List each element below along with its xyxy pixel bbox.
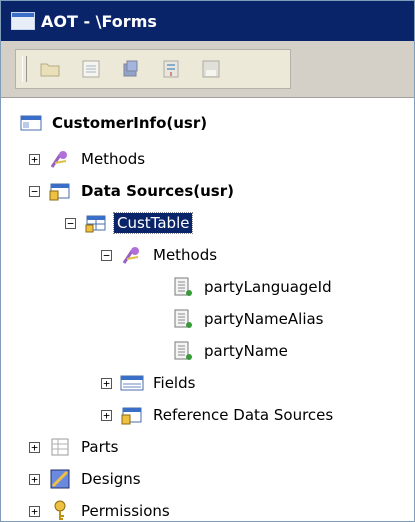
toolbar-strip — [15, 49, 291, 89]
reference-data-sources-icon — [120, 404, 144, 426]
save-icon[interactable] — [198, 56, 224, 82]
tree-node-custtable[interactable]: − CustTable — [65, 208, 194, 238]
tree-node-methods[interactable]: + Methods — [29, 144, 148, 174]
tree-node-parts[interactable]: + Parts — [29, 432, 121, 462]
compile-icon[interactable] — [118, 56, 144, 82]
tree-node-reference-data-sources[interactable]: + Reference Data Sources — [101, 400, 336, 430]
data-sources-icon — [48, 180, 72, 202]
tree-node-method-item[interactable]: partyNameAlias — [171, 304, 327, 334]
collapse-icon[interactable]: − — [101, 249, 112, 261]
toolbar — [1, 41, 414, 98]
tree-node-permissions[interactable]: + Permissions — [29, 496, 173, 521]
collapse-icon[interactable]: − — [65, 217, 76, 229]
table-icon — [84, 212, 108, 234]
method-item-label: partyName — [204, 342, 288, 360]
collapse-icon[interactable]: − — [29, 185, 40, 197]
methods-icon — [120, 244, 144, 266]
designs-icon — [48, 468, 72, 490]
tree-node-custtable-methods[interactable]: − Methods — [101, 240, 220, 270]
key-icon — [48, 500, 72, 521]
tree-node-reference-data-sources-label: Reference Data Sources — [153, 406, 334, 424]
expand-icon[interactable]: + — [101, 377, 112, 389]
fields-icon — [120, 372, 144, 394]
object-tree: CustomerInfo(usr) + Methods − Data Sourc… — [1, 98, 414, 521]
title-bar[interactable]: AOT - \Forms — [1, 1, 414, 41]
tree-node-method-item[interactable]: partyLanguageId — [171, 272, 335, 302]
open-icon[interactable] — [38, 56, 64, 82]
toolbar-grip[interactable] — [22, 56, 27, 82]
tree-node-custtable-methods-label: Methods — [153, 246, 218, 264]
expand-icon[interactable]: + — [29, 473, 40, 485]
window-title: AOT - \Forms — [41, 11, 157, 31]
tree-node-permissions-label: Permissions — [81, 502, 170, 520]
window-icon — [11, 12, 35, 30]
tree-node-method-item[interactable]: partyName — [171, 336, 291, 366]
tree-node-designs[interactable]: + Designs — [29, 464, 144, 494]
tree-node-data-sources[interactable]: − Data Sources(usr) — [29, 176, 237, 206]
import-icon[interactable] — [158, 56, 184, 82]
methods-icon — [48, 148, 72, 170]
tree-node-designs-label: Designs — [81, 470, 141, 488]
tree-node-fields[interactable]: + Fields — [101, 368, 198, 398]
method-doc-icon — [171, 340, 195, 362]
expand-icon[interactable]: + — [101, 409, 112, 421]
form-icon — [19, 112, 43, 134]
method-item-label: partyNameAlias — [204, 310, 324, 328]
expand-icon[interactable]: + — [29, 441, 40, 453]
properties-icon[interactable] — [78, 56, 104, 82]
tree-node-custtable-label: CustTable — [112, 212, 194, 234]
expand-icon[interactable]: + — [29, 153, 40, 165]
expand-icon[interactable]: + — [29, 505, 40, 517]
tree-node-methods-label: Methods — [81, 150, 146, 168]
parts-icon — [48, 436, 72, 458]
tree-node-fields-label: Fields — [153, 374, 196, 392]
tree-node-parts-label: Parts — [81, 438, 119, 456]
method-doc-icon — [171, 308, 195, 330]
method-doc-icon — [171, 276, 195, 298]
method-item-label: partyLanguageId — [204, 278, 332, 296]
tree-node-data-sources-label: Data Sources(usr) — [81, 182, 234, 200]
tree-node-root-label: CustomerInfo(usr) — [52, 114, 208, 132]
aot-window: AOT - \Forms CustomerInfo(usr) + Methods… — [0, 0, 415, 522]
tree-node-root[interactable]: CustomerInfo(usr) — [19, 108, 210, 138]
